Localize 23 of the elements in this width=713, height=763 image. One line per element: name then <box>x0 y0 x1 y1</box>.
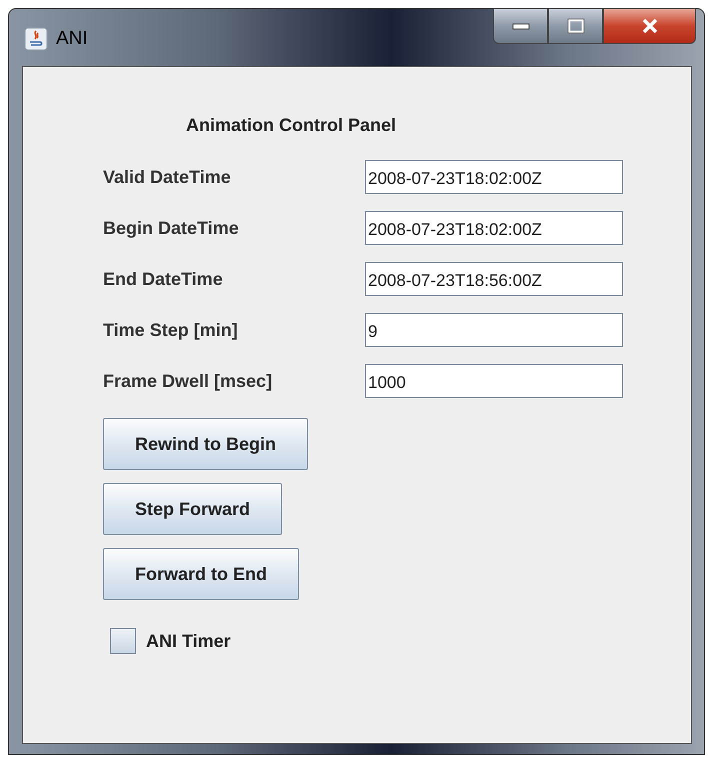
field-label: Frame Dwell [msec] <box>103 370 274 392</box>
action-button[interactable]: Step Forward <box>103 483 282 535</box>
input-field[interactable]: 1000 <box>365 364 623 398</box>
maximize-button[interactable] <box>548 8 603 44</box>
action-button[interactable]: Forward to End <box>103 548 299 600</box>
checkbox-label: ANI Timer <box>146 630 231 652</box>
window-title: ANI <box>56 28 88 50</box>
minimize-button[interactable] <box>493 8 548 44</box>
field-label: Time Step [min] <box>103 320 239 340</box>
panel-heading: Animation Control Panel <box>186 115 398 136</box>
minimize-icon <box>510 22 530 30</box>
input-field[interactable]: 9 <box>365 313 623 347</box>
field-label: Valid DateTime <box>103 166 232 188</box>
field-label: End DateTime <box>103 268 224 290</box>
app-icon <box>24 27 48 51</box>
checkbox[interactable] <box>110 628 136 654</box>
input-field[interactable]: 2008-07-23T18:02:00Z <box>365 160 623 194</box>
input-field[interactable]: 2008-07-23T18:02:00Z <box>365 211 623 245</box>
input-field[interactable]: 2008-07-23T18:56:00Z <box>365 262 623 296</box>
action-button[interactable]: Rewind to Begin <box>103 418 308 470</box>
close-button[interactable] <box>603 8 696 44</box>
field-label: Begin DateTime <box>103 218 240 238</box>
maximize-icon <box>566 18 584 34</box>
